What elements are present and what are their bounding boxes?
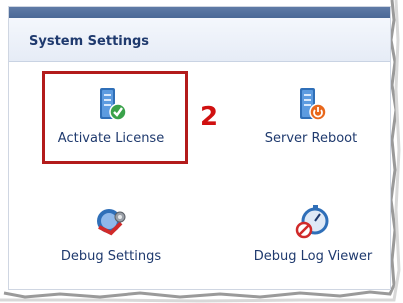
panel-top-bar: [9, 7, 390, 18]
server-reboot-label: Server Reboot: [264, 131, 358, 146]
server-reboot-button[interactable]: Server Reboot: [241, 85, 381, 146]
system-settings-panel: System Settings Activate License Server …: [8, 6, 391, 290]
step-highlight-box: [42, 71, 188, 164]
step-number: 2: [200, 102, 219, 132]
debug-log-viewer-button[interactable]: Debug Log Viewer: [241, 203, 385, 264]
debug-log-viewer-label: Debug Log Viewer: [253, 249, 373, 264]
debug-settings-button[interactable]: Debug Settings: [41, 203, 181, 264]
debug-gear-icon: [41, 203, 181, 245]
server-power-icon: [241, 85, 381, 127]
debug-settings-label: Debug Settings: [60, 249, 162, 264]
panel-header: System Settings: [9, 18, 390, 62]
stopwatch-no-icon: [241, 203, 385, 245]
panel-title: System Settings: [29, 34, 150, 49]
